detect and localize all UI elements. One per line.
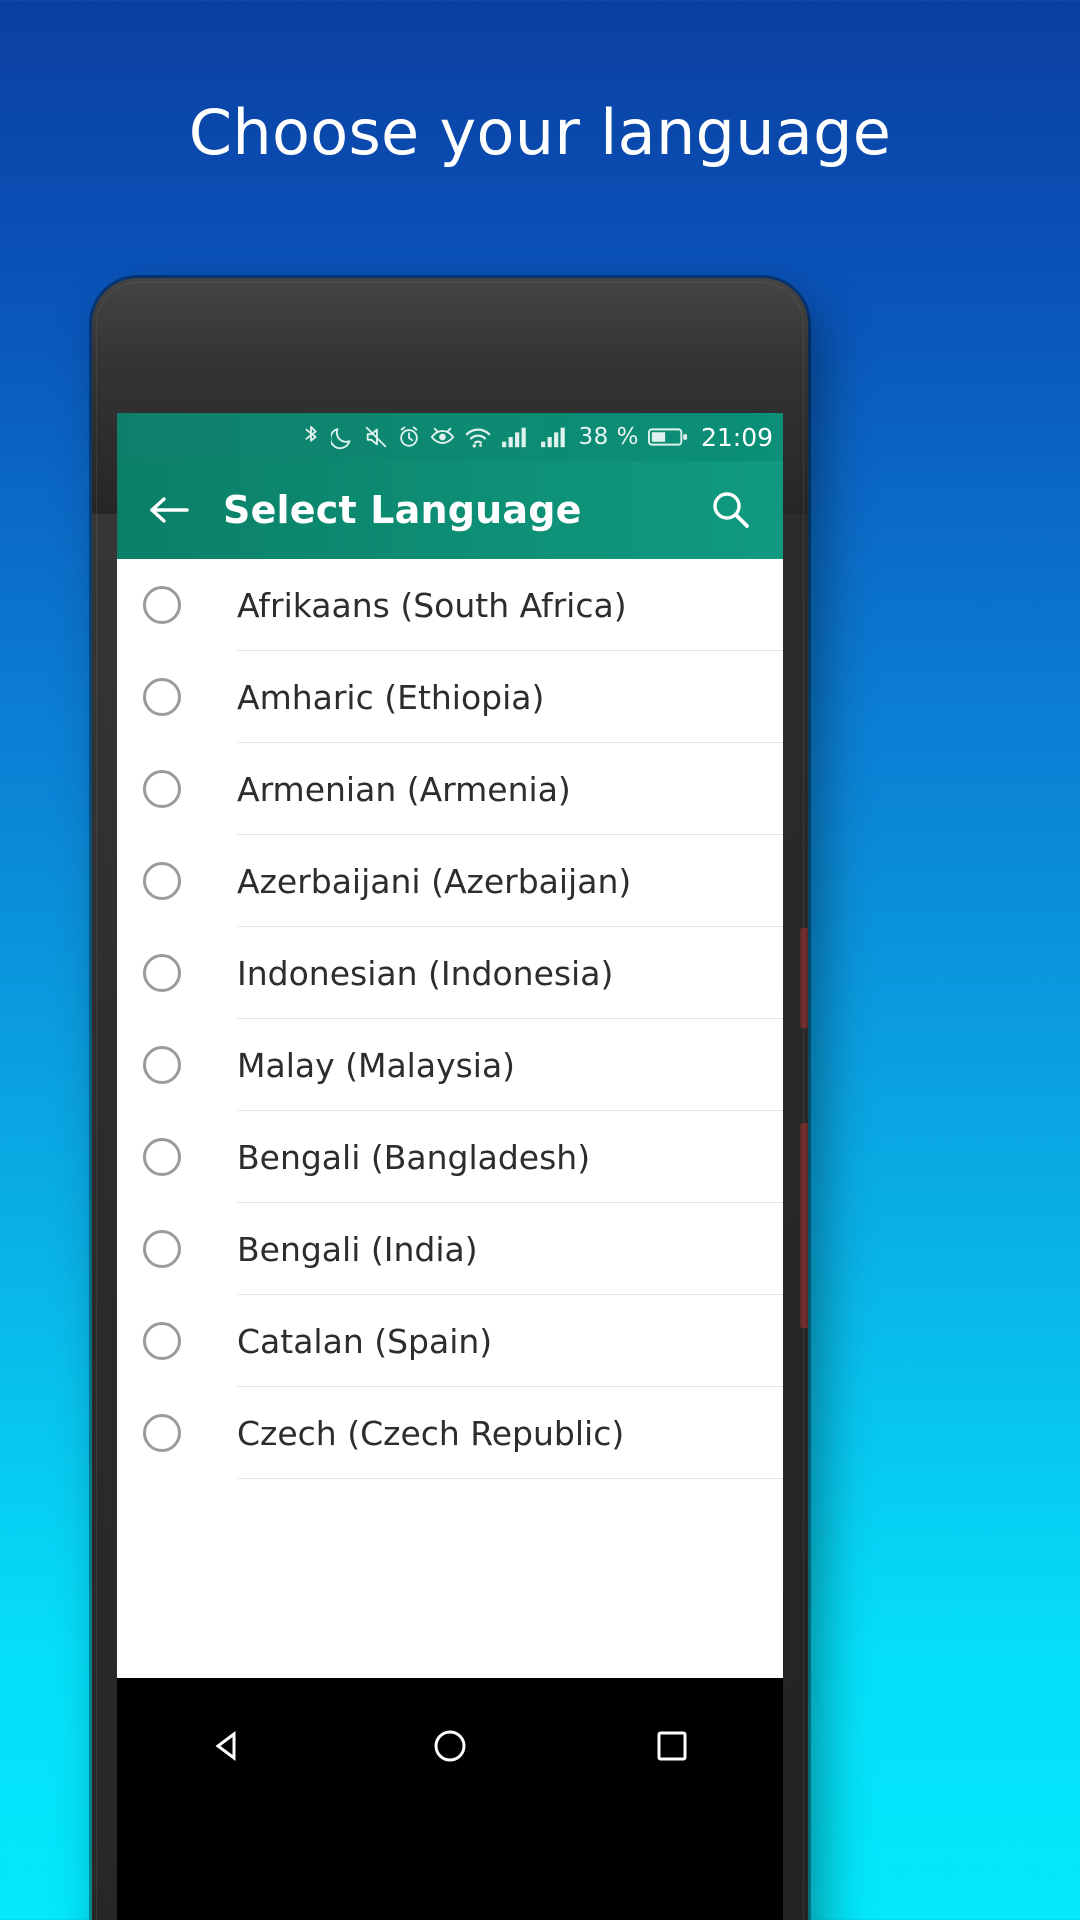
radio-button-icon[interactable]: [143, 678, 181, 716]
list-item[interactable]: Armenian (Armenia): [117, 743, 783, 835]
language-label: Armenian (Armenia): [237, 769, 571, 809]
signal-bars-sim1-icon: [501, 424, 531, 450]
battery-percent-label: 38 %: [578, 424, 639, 450]
radio-button-icon[interactable]: [143, 586, 181, 624]
page-title: Choose your language: [188, 96, 892, 169]
language-label: Bengali (Bangladesh): [237, 1137, 591, 1177]
radio-button-icon[interactable]: [143, 1414, 181, 1452]
language-label: Indonesian (Indonesia): [237, 953, 614, 993]
row-divider: [237, 1478, 783, 1479]
language-label: Bengali (India): [237, 1229, 478, 1269]
list-item[interactable]: Bengali (Bangladesh): [117, 1111, 783, 1203]
language-label: Azerbaijani (Azerbaijan): [237, 861, 632, 901]
clock-label: 21:09: [700, 422, 773, 452]
nav-recents-square-icon[interactable]: [636, 1710, 708, 1782]
arrow-left-icon[interactable]: [141, 482, 197, 538]
language-label: Malay (Malaysia): [237, 1045, 516, 1085]
eye-icon: [430, 424, 455, 450]
battery-half-icon: [647, 425, 688, 449]
status-bar: 38 % 21:09: [117, 413, 783, 461]
volume-mute-icon: [364, 424, 388, 450]
search-icon[interactable]: [703, 482, 759, 538]
bluetooth-icon: [300, 424, 322, 450]
phone-screen: 38 % 21:09 Select Language Afrikaans (So…: [117, 413, 783, 1678]
android-navigation-bar: [117, 1678, 783, 1920]
wifi-icon: [464, 424, 492, 450]
list-item[interactable]: Czech (Czech Republic): [117, 1387, 783, 1479]
do-not-disturb-moon-icon: [330, 424, 355, 450]
app-bar: Select Language: [117, 461, 783, 559]
app-bar-title: Select Language: [223, 488, 582, 532]
phone-mockup: 38 % 21:09 Select Language Afrikaans (So…: [92, 278, 808, 1920]
nav-back-triangle-icon[interactable]: [192, 1710, 264, 1782]
radio-button-icon[interactable]: [143, 1322, 181, 1360]
radio-button-icon[interactable]: [143, 954, 181, 992]
list-item[interactable]: Malay (Malaysia): [117, 1019, 783, 1111]
language-label: Afrikaans (South Africa): [237, 585, 627, 625]
list-item[interactable]: Amharic (Ethiopia): [117, 651, 783, 743]
language-label: Catalan (Spain): [237, 1321, 493, 1361]
language-label: Amharic (Ethiopia): [237, 677, 545, 717]
list-item[interactable]: Catalan (Spain): [117, 1295, 783, 1387]
radio-button-icon[interactable]: [143, 1138, 181, 1176]
nav-home-circle-icon[interactable]: [414, 1710, 486, 1782]
volume-button[interactable]: [800, 928, 808, 1028]
list-item[interactable]: Afrikaans (South Africa): [117, 559, 783, 651]
language-list: Afrikaans (South Africa) Amharic (Ethiop…: [117, 559, 783, 1479]
radio-button-icon[interactable]: [143, 1230, 181, 1268]
power-button[interactable]: [800, 1123, 808, 1328]
list-item[interactable]: Indonesian (Indonesia): [117, 927, 783, 1019]
list-item[interactable]: Azerbaijani (Azerbaijan): [117, 835, 783, 927]
language-label: Czech (Czech Republic): [237, 1413, 625, 1453]
list-item[interactable]: Bengali (India): [117, 1203, 783, 1295]
radio-button-icon[interactable]: [143, 862, 181, 900]
signal-bars-sim2-icon: [540, 424, 570, 450]
radio-button-icon[interactable]: [143, 1046, 181, 1084]
radio-button-icon[interactable]: [143, 770, 181, 808]
alarm-icon: [397, 424, 421, 450]
